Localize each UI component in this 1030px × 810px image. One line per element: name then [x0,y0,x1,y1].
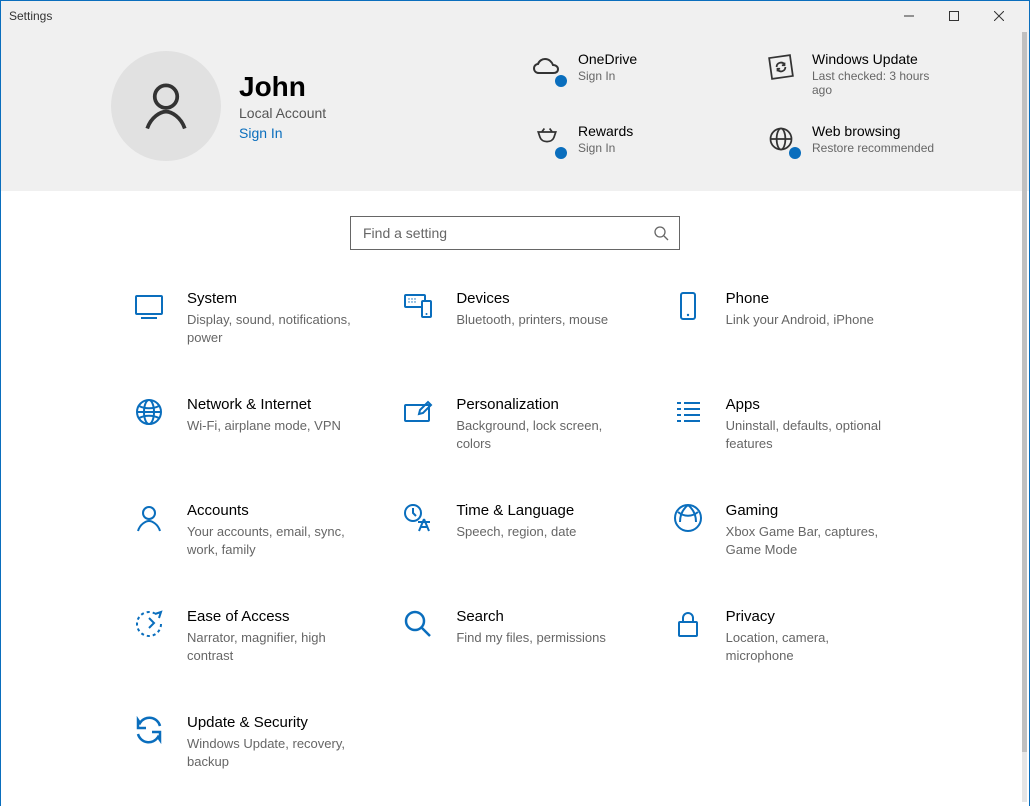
globe-icon [765,123,797,155]
header-tile-rewards[interactable]: Rewards Sign In [531,123,735,161]
update-security-icon [131,714,167,750]
category-title: Devices [456,290,608,307]
search-box[interactable] [350,216,680,250]
scrollbar-thumb[interactable] [1022,32,1027,752]
tile-sub: Last checked: 3 hours ago [812,69,952,97]
titlebar: Settings [1,1,1029,31]
privacy-icon [670,608,706,644]
category-sub: Uninstall, defaults, optional features [726,417,896,452]
category-title: Network & Internet [187,396,341,413]
category-sub: Display, sound, notifications, power [187,311,357,346]
category-title: Apps [726,396,896,413]
tile-title: Windows Update [812,51,952,67]
user-account-type: Local Account [239,105,326,121]
category-sub: Xbox Game Bar, captures, Game Mode [726,523,896,558]
category-sub: Link your Android, iPhone [726,311,874,329]
category-system[interactable]: System Display, sound, notifications, po… [131,290,380,346]
category-title: Privacy [726,608,896,625]
search-icon [653,225,669,241]
category-sub: Windows Update, recovery, backup [187,735,357,770]
user-name: John [239,71,326,103]
category-title: Time & Language [456,502,576,519]
apps-icon [670,396,706,432]
maximize-button[interactable] [931,1,976,31]
user-signin-link[interactable]: Sign In [239,125,326,141]
category-title: System [187,290,357,307]
rewards-icon [531,123,563,155]
category-update-security[interactable]: Update & Security Windows Update, recove… [131,714,380,770]
personalization-icon [400,396,436,432]
category-sub: Location, camera, microphone [726,629,896,664]
windows-update-icon [765,51,797,83]
category-sub: Speech, region, date [456,523,576,541]
window-title: Settings [9,9,52,23]
category-sub: Background, lock screen, colors [456,417,626,452]
category-gaming[interactable]: Gaming Xbox Game Bar, captures, Game Mod… [670,502,919,558]
category-sub: Bluetooth, printers, mouse [456,311,608,329]
close-button[interactable] [976,1,1021,31]
tile-title: Web browsing [812,123,934,139]
accounts-icon [131,502,167,538]
category-title: Ease of Access [187,608,357,625]
category-phone[interactable]: Phone Link your Android, iPhone [670,290,919,346]
category-accounts[interactable]: Accounts Your accounts, email, sync, wor… [131,502,380,558]
category-sub: Wi-Fi, airplane mode, VPN [187,417,341,435]
categories-grid: System Display, sound, notifications, po… [1,280,1029,810]
category-title: Personalization [456,396,626,413]
category-privacy[interactable]: Privacy Location, camera, microphone [670,608,919,664]
category-sub: Your accounts, email, sync, work, family [187,523,357,558]
category-network[interactable]: Network & Internet Wi-Fi, airplane mode,… [131,396,380,452]
user-block[interactable]: John Local Account Sign In [111,51,491,161]
header-tile-windows-update[interactable]: Windows Update Last checked: 3 hours ago [765,51,969,103]
header: John Local Account Sign In OneDrive Sign… [1,31,1029,191]
system-icon [131,290,167,326]
category-title: Gaming [726,502,896,519]
category-sub: Narrator, magnifier, high contrast [187,629,357,664]
category-search[interactable]: Search Find my files, permissions [400,608,649,664]
tile-title: OneDrive [578,51,637,67]
tile-sub: Restore recommended [812,141,934,155]
devices-icon [400,290,436,326]
scrollbar[interactable] [1022,32,1027,802]
time-language-icon [400,502,436,538]
tile-sub: Sign In [578,141,633,155]
avatar [111,51,221,161]
category-sub: Find my files, permissions [456,629,606,647]
category-devices[interactable]: Devices Bluetooth, printers, mouse [400,290,649,346]
category-ease-of-access[interactable]: Ease of Access Narrator, magnifier, high… [131,608,380,664]
category-title: Phone [726,290,874,307]
category-apps[interactable]: Apps Uninstall, defaults, optional featu… [670,396,919,452]
ease-of-access-icon [131,608,167,644]
search-icon [400,608,436,644]
gaming-icon [670,502,706,538]
search-input[interactable] [361,224,645,242]
category-title: Update & Security [187,714,357,731]
category-personalization[interactable]: Personalization Background, lock screen,… [400,396,649,452]
content: System Display, sound, notifications, po… [1,191,1029,810]
minimize-button[interactable] [886,1,931,31]
onedrive-icon [531,51,563,83]
header-tile-web-browsing[interactable]: Web browsing Restore recommended [765,123,969,161]
category-title: Accounts [187,502,357,519]
category-time-language[interactable]: Time & Language Speech, region, date [400,502,649,558]
tile-sub: Sign In [578,69,637,83]
phone-icon [670,290,706,326]
globe-icon [131,396,167,432]
header-tile-onedrive[interactable]: OneDrive Sign In [531,51,735,103]
category-title: Search [456,608,606,625]
user-icon [136,76,196,136]
tile-title: Rewards [578,123,633,139]
